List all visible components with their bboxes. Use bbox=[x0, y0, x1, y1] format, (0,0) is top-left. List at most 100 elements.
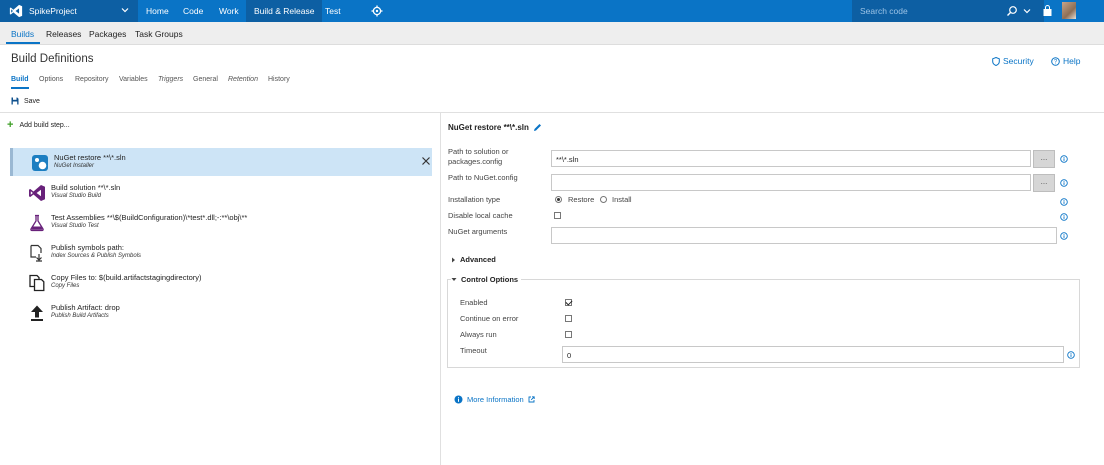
browse-solution-button[interactable]: ... bbox=[1033, 150, 1055, 168]
enabled-label: Enabled bbox=[460, 298, 488, 307]
nav-test[interactable]: Test bbox=[325, 6, 341, 16]
active-hub-indicator bbox=[6, 42, 40, 44]
chevron-right-icon bbox=[452, 257, 455, 262]
tab-variables[interactable]: Variables bbox=[119, 76, 148, 83]
info-icon[interactable] bbox=[1060, 155, 1068, 163]
avatar[interactable] bbox=[1062, 2, 1076, 19]
nuget-icon bbox=[32, 155, 48, 171]
step-subtitle: Visual Studio Test bbox=[51, 223, 99, 229]
save-icon bbox=[11, 97, 19, 105]
info-icon[interactable] bbox=[1067, 351, 1075, 359]
search-icon[interactable] bbox=[1006, 5, 1018, 17]
browse-nuget-config-button[interactable]: ... bbox=[1033, 174, 1055, 192]
chevron-down-icon[interactable] bbox=[1022, 6, 1032, 16]
plus-icon: + bbox=[7, 119, 14, 131]
more-information-label: More Information bbox=[467, 395, 524, 404]
build-step-publish-artifact[interactable]: Publish Artifact: drop Publish Build Art… bbox=[10, 298, 432, 326]
nav-work[interactable]: Work bbox=[219, 6, 239, 16]
install-radio[interactable] bbox=[600, 196, 607, 203]
hub-packages[interactable]: Packages bbox=[89, 29, 126, 39]
build-step-copy-files[interactable]: Copy Files to: $(build.artifactstagingdi… bbox=[10, 268, 432, 296]
add-build-step-button[interactable]: + Add build step... bbox=[7, 119, 70, 131]
control-options-toggle[interactable]: Control Options bbox=[451, 275, 522, 284]
copy-files-icon bbox=[29, 274, 45, 292]
tab-build[interactable]: Build bbox=[11, 76, 29, 83]
tab-retention[interactable]: Retention bbox=[228, 76, 258, 83]
continue-on-error-checkbox[interactable] bbox=[565, 315, 572, 322]
step-subtitle: Index Sources & Publish Symbols bbox=[51, 253, 142, 259]
chevron-down-icon bbox=[451, 278, 457, 281]
page-title: Build Definitions bbox=[11, 53, 94, 65]
step-title: Copy Files to: $(build.artifactstagingdi… bbox=[51, 273, 202, 282]
info-filled-icon bbox=[454, 395, 463, 404]
info-icon[interactable] bbox=[1060, 198, 1068, 206]
restore-radio[interactable] bbox=[555, 196, 562, 203]
install-radio-label: Install bbox=[612, 195, 632, 204]
step-subtitle: Copy Files bbox=[51, 283, 80, 289]
close-icon[interactable] bbox=[421, 156, 431, 166]
build-step-test-assemblies[interactable]: Test Assemblies **\$(BuildConfiguration)… bbox=[10, 208, 432, 236]
help-icon: ? bbox=[1051, 56, 1060, 66]
publish-symbols-icon bbox=[30, 244, 42, 262]
advanced-label: Advanced bbox=[460, 255, 496, 264]
nav-build-release[interactable]: Build & Release bbox=[246, 0, 323, 22]
info-icon[interactable] bbox=[1060, 232, 1068, 240]
continue-on-error-label: Continue on error bbox=[460, 314, 519, 323]
info-icon[interactable] bbox=[1060, 213, 1068, 221]
hub-bar: Builds Releases Packages Task Groups bbox=[0, 22, 1104, 45]
visual-studio-icon bbox=[29, 185, 45, 201]
nav-home[interactable]: Home bbox=[146, 6, 169, 16]
always-run-checkbox[interactable] bbox=[565, 331, 572, 338]
hub-releases[interactable]: Releases bbox=[46, 29, 81, 39]
pencil-icon[interactable] bbox=[533, 123, 542, 132]
nuget-config-input[interactable] bbox=[551, 174, 1031, 191]
step-subtitle: Publish Build Artifacts bbox=[51, 313, 109, 319]
hub-task-groups[interactable]: Task Groups bbox=[135, 29, 183, 39]
save-button[interactable]: Save bbox=[11, 97, 40, 105]
disable-cache-checkbox[interactable] bbox=[554, 212, 561, 219]
step-title: Test Assemblies **\$(BuildConfiguration)… bbox=[51, 213, 248, 222]
search-input[interactable]: Search code bbox=[852, 0, 1044, 22]
tab-history[interactable]: History bbox=[268, 76, 290, 83]
step-subtitle: NuGet Installer bbox=[54, 163, 95, 169]
nuget-arguments-label: NuGet arguments bbox=[448, 227, 508, 236]
chevron-down-icon bbox=[121, 8, 129, 13]
always-run-label: Always run bbox=[460, 330, 497, 339]
help-link[interactable]: ? Help bbox=[1051, 56, 1080, 66]
visual-studio-logo-icon bbox=[9, 4, 23, 18]
upload-icon bbox=[31, 305, 43, 321]
project-name: SpikeProject bbox=[29, 6, 77, 16]
build-step-build-solution[interactable]: Build solution **\*.sln Visual Studio Bu… bbox=[10, 178, 432, 206]
enabled-checkbox[interactable] bbox=[565, 299, 572, 306]
project-switcher[interactable]: SpikeProject bbox=[0, 0, 138, 22]
add-build-step-label: Add build step... bbox=[19, 121, 70, 129]
timeout-input[interactable]: 0 bbox=[562, 346, 1064, 363]
solution-path-label-line2: packages.config bbox=[448, 157, 503, 166]
marketplace-bag-icon[interactable] bbox=[1042, 5, 1053, 17]
advanced-section-toggle[interactable]: Advanced bbox=[451, 255, 496, 264]
timeout-label: Timeout bbox=[460, 346, 487, 355]
task-title-text: NuGet restore **\*.sln bbox=[448, 123, 529, 132]
search-placeholder: Search code bbox=[860, 6, 908, 16]
nav-code[interactable]: Code bbox=[183, 6, 203, 16]
solution-path-input[interactable]: **\*.sln bbox=[551, 150, 1031, 167]
restore-radio-label: Restore bbox=[568, 195, 595, 204]
tab-triggers[interactable]: Triggers bbox=[158, 76, 183, 83]
disable-cache-label: Disable local cache bbox=[448, 211, 513, 220]
security-link[interactable]: Security bbox=[992, 56, 1034, 66]
hub-builds[interactable]: Builds bbox=[11, 29, 34, 39]
build-step-nuget-restore[interactable]: NuGet restore **\*.sln NuGet Installer bbox=[10, 148, 432, 176]
task-title: NuGet restore **\*.sln bbox=[448, 123, 542, 132]
pane-divider[interactable] bbox=[440, 113, 441, 465]
tab-repository[interactable]: Repository bbox=[75, 76, 108, 83]
info-icon[interactable] bbox=[1060, 179, 1068, 187]
gear-icon[interactable] bbox=[371, 5, 383, 17]
tab-options[interactable]: Options bbox=[39, 76, 63, 83]
nuget-arguments-input[interactable] bbox=[551, 227, 1057, 244]
help-label: Help bbox=[1063, 56, 1081, 66]
step-title: NuGet restore **\*.sln bbox=[54, 153, 126, 162]
external-link-icon bbox=[528, 396, 535, 403]
build-step-publish-symbols[interactable]: Publish symbols path: Index Sources & Pu… bbox=[10, 238, 432, 266]
more-information-link[interactable]: More Information bbox=[454, 395, 535, 404]
tab-general[interactable]: General bbox=[193, 76, 218, 83]
